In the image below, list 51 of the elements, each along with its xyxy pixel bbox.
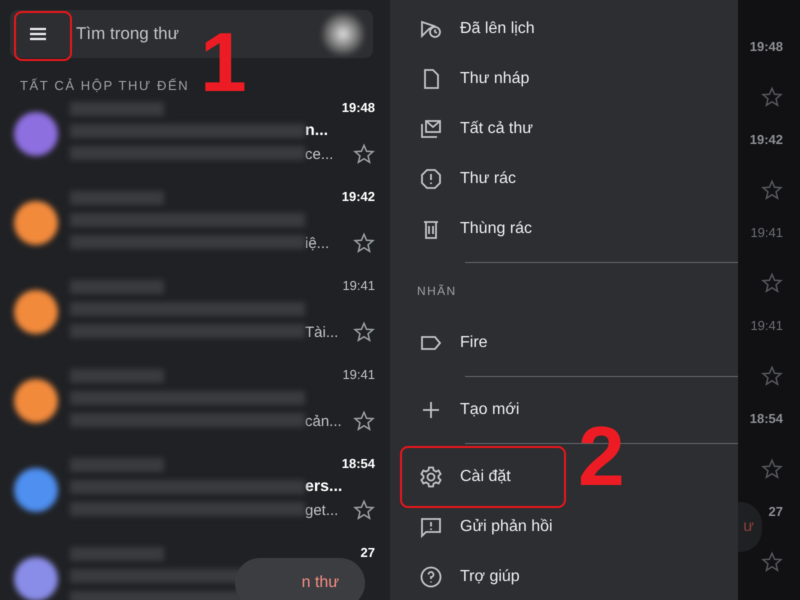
email-snippet: cản... xyxy=(305,412,342,430)
drawer-item[interactable]: Tạo mới xyxy=(390,385,532,435)
email-time: 19:41 xyxy=(342,278,375,293)
drawer-item[interactable]: Đã lên lịch xyxy=(390,4,547,54)
drawer-item[interactable]: Thư rác xyxy=(390,154,528,204)
email-time: 19:48 xyxy=(750,39,783,54)
email-snippet: Tài... xyxy=(305,324,338,340)
star-icon[interactable] xyxy=(353,410,375,432)
compose-button[interactable]: n thư xyxy=(235,558,365,600)
star-icon[interactable] xyxy=(353,499,375,521)
star-icon[interactable] xyxy=(761,86,783,108)
star-icon[interactable] xyxy=(761,179,783,201)
drawer-item[interactable]: Trợ giúp xyxy=(390,552,532,600)
settings-icon xyxy=(419,465,443,489)
email-time: 19:41 xyxy=(750,225,783,240)
email-time: 18:54 xyxy=(750,411,783,426)
mail-stack-icon xyxy=(419,117,443,141)
star-icon[interactable] xyxy=(761,365,783,387)
star-icon[interactable] xyxy=(353,321,375,343)
drawer-item[interactable]: Cài đặt xyxy=(390,452,523,502)
email-time: 19:48 xyxy=(342,100,375,115)
star-icon[interactable] xyxy=(761,272,783,294)
email-time: 19:42 xyxy=(750,132,783,147)
email-time: 19:41 xyxy=(342,367,375,382)
feedback-icon xyxy=(419,515,443,539)
step-number: 2 xyxy=(578,414,625,498)
star-icon[interactable] xyxy=(761,458,783,480)
email-time: 27 xyxy=(768,504,783,519)
callout-frame xyxy=(14,11,72,61)
email-time: 18:54 xyxy=(342,456,375,471)
email-time: 27 xyxy=(360,545,375,560)
drawer-item[interactable]: Gửi phản hồi xyxy=(390,502,565,552)
account-avatar[interactable] xyxy=(321,12,365,56)
email-time: 19:42 xyxy=(342,189,375,204)
help-icon xyxy=(419,565,443,589)
email-snippet: ce... xyxy=(305,146,334,162)
drawer-item[interactable]: Thùng rác xyxy=(390,204,544,254)
drawer-item[interactable]: Thư nháp xyxy=(390,54,542,104)
drawer-item[interactable]: Fire xyxy=(390,318,500,368)
star-icon[interactable] xyxy=(761,551,783,573)
warning-octagon-icon xyxy=(419,167,443,191)
section-label: NHÃN xyxy=(417,284,457,298)
email-snippet: iệ... xyxy=(305,234,330,252)
email-time: 19:41 xyxy=(750,318,783,333)
star-icon[interactable] xyxy=(353,143,375,165)
drawer-item[interactable]: Tất cả thư xyxy=(390,104,545,154)
email-snippet: get... xyxy=(305,502,338,518)
section-label: TẤT CẢ HỘP THƯ ĐẾN xyxy=(20,78,190,93)
email-subject: n... xyxy=(305,122,328,139)
email-subject: ers... xyxy=(305,478,342,495)
star-icon[interactable] xyxy=(353,232,375,254)
